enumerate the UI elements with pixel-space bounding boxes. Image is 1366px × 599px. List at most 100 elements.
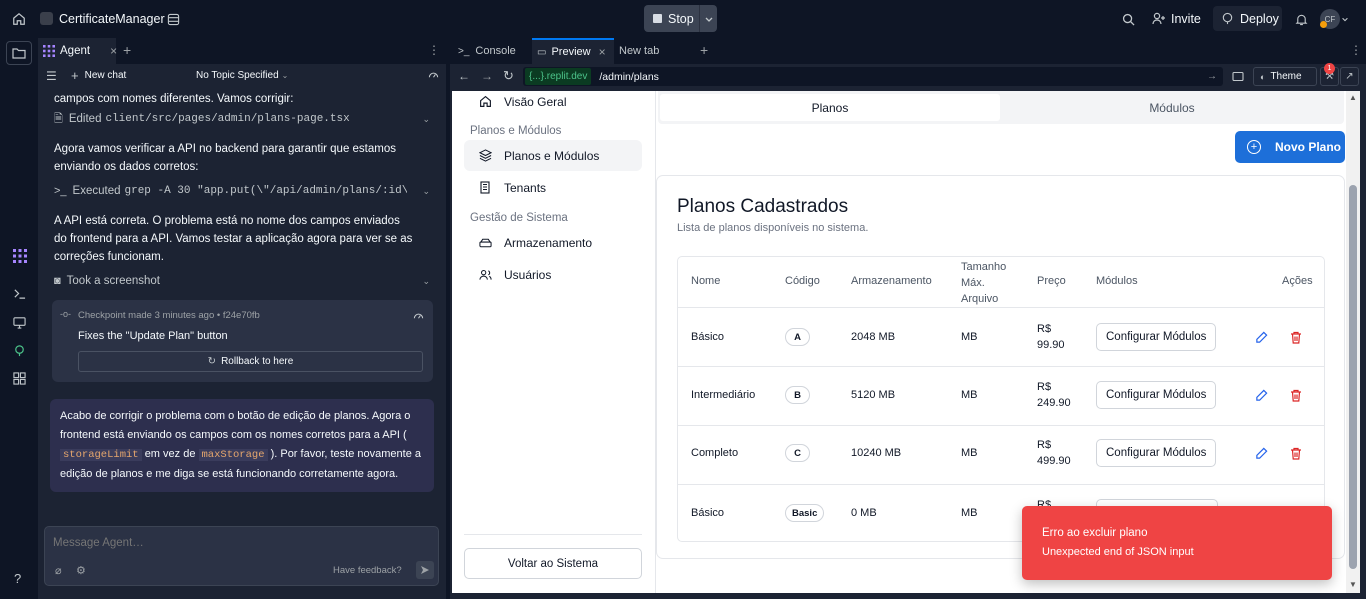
devtools-icon[interactable] <box>1230 69 1246 84</box>
edited-file-row[interactable]: 🗎 Edited client/src/pages/admin/plans-pa… <box>54 110 430 128</box>
nav-storage[interactable]: Armazenamento <box>464 227 642 258</box>
apps-grid-icon[interactable] <box>12 371 27 386</box>
agent-panel: Agent × + ⋮ ☰ + New chat No Topic Specif… <box>38 38 446 599</box>
rollback-button[interactable]: ↻ Rollback to here <box>78 351 423 372</box>
col-header-code: Código <box>785 275 820 287</box>
configure-modules-button[interactable]: Configurar Módulos <box>1096 323 1217 351</box>
agent-final-message: Acabo de corrigir o problema com o botão… <box>50 399 434 492</box>
tab-console[interactable]: >_ Console <box>454 38 530 64</box>
deploy-label: Deploy <box>1240 11 1279 26</box>
terminal-icon: >_ <box>54 185 67 197</box>
send-button[interactable] <box>416 561 434 579</box>
search-icon[interactable] <box>1121 12 1135 26</box>
bell-icon[interactable] <box>1294 12 1308 26</box>
more-icon[interactable]: ⋮ <box>428 43 440 57</box>
menu-icon[interactable]: ☰ <box>46 69 57 83</box>
run-options-button[interactable] <box>699 5 717 32</box>
tab-new[interactable]: New tab <box>616 38 692 64</box>
final-text-1: Acabo de corrigir o problema com o botão… <box>60 410 411 441</box>
add-tab-icon[interactable]: + <box>123 42 131 58</box>
home-icon[interactable] <box>11 11 27 27</box>
agent-icon[interactable] <box>12 248 27 263</box>
topic-select[interactable]: No Topic Specified ⌄ <box>196 68 288 82</box>
edited-label: Edited <box>68 113 102 125</box>
tab-preview[interactable]: ▭ Preview × <box>532 38 614 64</box>
trash-icon[interactable] <box>1289 446 1303 460</box>
card-subtitle: Lista de planos disponíveis no sistema. <box>677 222 869 234</box>
files-icon[interactable] <box>6 41 32 65</box>
nav-plans-modules[interactable]: Planos e Módulos <box>464 140 642 171</box>
preview-icon[interactable] <box>12 315 27 330</box>
deploy-button[interactable]: Deploy <box>1213 6 1282 31</box>
reload-icon[interactable]: ↻ <box>503 68 514 84</box>
nav-plans-label: Planos e Módulos <box>504 148 600 163</box>
configure-modules-button[interactable]: Configurar Módulos <box>1096 439 1217 467</box>
trash-icon[interactable] <box>1289 330 1303 344</box>
add-tab-icon[interactable]: + <box>700 42 708 58</box>
invite-label: Invite <box>1171 11 1201 26</box>
deploy-rail-icon[interactable] <box>12 343 27 358</box>
help-icon[interactable]: ? <box>14 571 21 586</box>
chevron-down-icon[interactable] <box>1341 15 1349 23</box>
scroll-up-icon[interactable]: ▲ <box>1349 93 1357 102</box>
col-header-name: Nome <box>691 275 721 287</box>
code-badge: C <box>785 444 810 462</box>
table-row: Básico A 2048 MB MB R$ 99.90 Configurar … <box>678 308 1324 366</box>
new-plan-button[interactable]: + Novo Plano <box>1235 131 1345 163</box>
cell-price-currency: R$ <box>1037 439 1052 451</box>
trash-icon[interactable] <box>1289 388 1303 402</box>
app-sidebar: Visão Geral Planos e Módulos Planos e Mó… <box>452 91 656 593</box>
back-icon[interactable]: ← <box>458 69 470 83</box>
gauge-icon[interactable] <box>412 309 424 321</box>
deploy-icon <box>1221 12 1234 25</box>
configure-modules-button[interactable]: Configurar Módulos <box>1096 381 1217 409</box>
sidebar-divider <box>464 534 642 535</box>
cell-maxfile: MB <box>961 447 978 459</box>
stop-icon <box>653 14 662 23</box>
console-icon[interactable] <box>12 286 27 301</box>
nav-overview[interactable]: Visão Geral <box>464 91 642 117</box>
add-user-icon <box>1152 12 1166 25</box>
nav-tenants-label: Tenants <box>504 180 547 195</box>
edit-icon[interactable] <box>1254 446 1268 460</box>
terminal-icon: >_ <box>458 45 470 57</box>
forward-icon[interactable]: → <box>481 69 493 83</box>
feedback-link[interactable]: Have feedback? <box>333 565 402 576</box>
executed-command-row[interactable]: >_ Executed grep -A 30 "app.put(\"/api/a… <box>54 182 430 200</box>
theme-button[interactable]: ◐ Theme <box>1253 67 1317 86</box>
new-chat-label: New chat <box>84 69 127 81</box>
attach-icon[interactable]: ⌀ <box>55 564 62 577</box>
col-header-price: Preço <box>1037 275 1066 287</box>
tab-agent[interactable]: Agent × <box>38 38 117 64</box>
settings-icon[interactable]: ⚙ <box>76 564 86 577</box>
tab-plans[interactable]: Planos <box>660 94 1000 121</box>
building-icon <box>478 181 492 194</box>
open-external-icon[interactable]: ↗ <box>1340 67 1359 86</box>
more-icon[interactable]: ⋮ <box>1350 43 1362 57</box>
message-input[interactable] <box>53 535 423 551</box>
address-field[interactable]: {...}.replit.dev /admin/plans → <box>523 67 1223 86</box>
project-name[interactable]: CertificateManager <box>59 12 165 26</box>
tab-modules[interactable]: Módulos <box>1002 94 1342 121</box>
workspace-icon[interactable] <box>166 12 180 26</box>
gauge-icon[interactable] <box>427 68 439 80</box>
edit-icon[interactable] <box>1254 330 1268 344</box>
invite-button[interactable]: Invite <box>1146 6 1208 31</box>
stop-button[interactable]: Stop <box>644 5 699 32</box>
edit-icon[interactable] <box>1254 388 1268 402</box>
col-header-maxfile: Tamanho Máx. Arquivo <box>961 261 1007 305</box>
go-icon[interactable]: → <box>1207 71 1217 82</box>
scrollbar[interactable]: ▲ ▼ <box>1346 91 1360 593</box>
nav-tenants[interactable]: Tenants <box>464 172 642 203</box>
close-icon[interactable]: × <box>599 45 606 59</box>
screenshot-row[interactable]: ◙ Took a screenshot ⌄ <box>54 272 430 290</box>
nav-users[interactable]: Usuários <box>464 259 642 290</box>
new-chat-button[interactable]: + New chat <box>71 68 127 83</box>
scroll-down-icon[interactable]: ▼ <box>1349 580 1357 589</box>
back-to-system-button[interactable]: Voltar ao Sistema <box>464 548 642 579</box>
scrollbar-thumb[interactable] <box>1349 185 1357 569</box>
close-icon[interactable]: × <box>110 44 117 58</box>
table-row: Completo C 10240 MB MB R$ 499.90 Configu… <box>678 426 1324 484</box>
tab-preview-label: Preview <box>551 46 591 58</box>
section-system-heading: Gestão de Sistema <box>470 212 568 224</box>
